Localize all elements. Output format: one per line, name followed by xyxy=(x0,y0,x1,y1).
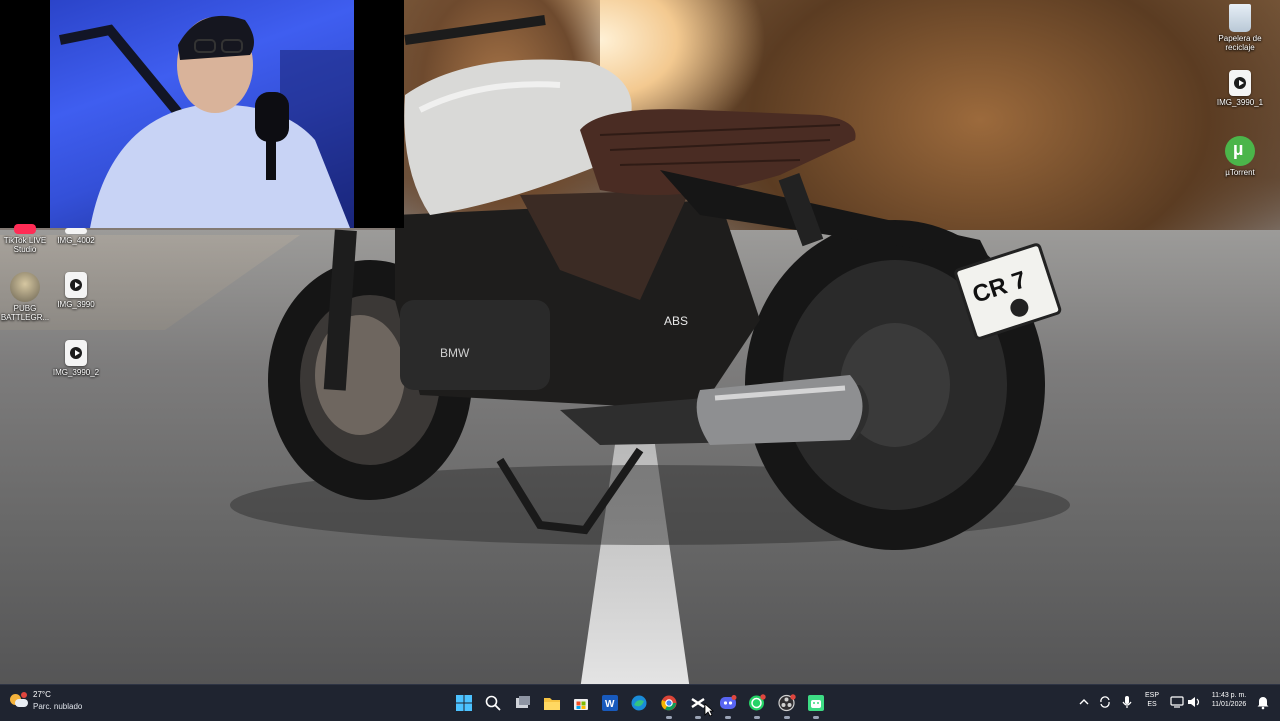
weather-description: Parc. nublado xyxy=(33,702,83,711)
microphone-icon[interactable] xyxy=(1121,695,1133,709)
language-code: ESP xyxy=(1144,692,1159,699)
webcam-overlay xyxy=(0,0,404,228)
keyboard-layout-code: ES xyxy=(1147,701,1157,708)
desktop-icon-label: IMG_4002 xyxy=(57,236,95,245)
sync-icon[interactable] xyxy=(1098,695,1112,709)
desktop-icon-recycle-bin[interactable]: Papelera de reciclaje xyxy=(1213,4,1267,52)
notification-bell-icon[interactable] xyxy=(1256,694,1270,710)
edge-icon xyxy=(631,695,647,711)
search-button[interactable] xyxy=(481,691,505,715)
whatsapp-icon xyxy=(749,694,766,711)
word-icon: W xyxy=(602,695,618,711)
volume-icon[interactable] xyxy=(1187,695,1201,709)
desktop-icon-label: IMG_3990_2 xyxy=(52,368,100,377)
desktop-icon-label: Papelera de reciclaje xyxy=(1218,34,1262,52)
chrome-button[interactable] xyxy=(657,691,681,719)
mouse-cursor-icon xyxy=(704,703,714,717)
discord-button[interactable] xyxy=(716,691,740,719)
task-view-button[interactable] xyxy=(511,691,535,715)
discord-icon xyxy=(720,695,737,709)
tray-overflow-chevron-icon[interactable] xyxy=(1078,695,1090,709)
obs-icon xyxy=(778,694,796,712)
video-file-icon xyxy=(65,272,87,298)
desktop-icon-label: IMG_3990_1 xyxy=(1216,98,1264,107)
taskbar: 27°C Parc. nublado W ESP ES 11:43 p. m. … xyxy=(0,684,1280,721)
weather-temperature: 27°C xyxy=(33,690,51,699)
chrome-icon xyxy=(661,695,677,711)
abs-badge-text: ABS xyxy=(664,314,688,328)
video-file-icon xyxy=(65,228,87,234)
file-explorer-button[interactable] xyxy=(540,691,564,715)
webcam-feed xyxy=(50,0,354,228)
video-file-icon xyxy=(1229,70,1251,96)
desktop-icon-label: IMG_3990 xyxy=(57,300,95,309)
desktop-icon-label: µTorrent xyxy=(1225,168,1255,177)
whatsapp-button[interactable] xyxy=(745,691,769,719)
clock-time: 11:43 p. m. xyxy=(1211,692,1247,699)
pubg-icon xyxy=(10,272,40,302)
recycle-bin-icon xyxy=(1229,4,1251,32)
desktop-icon-utorrent[interactable]: µ µTorrent xyxy=(1213,136,1267,177)
folder-icon xyxy=(544,698,560,710)
engine-brand-text: BMW xyxy=(440,346,470,360)
tiktok-live-studio-icon xyxy=(14,224,36,234)
desktop-icon-pubg[interactable]: PUBG BATTLEGR... xyxy=(0,272,52,322)
start-button[interactable] xyxy=(452,691,476,715)
edge-button[interactable] xyxy=(627,691,651,715)
utorrent-icon: µ xyxy=(1225,136,1255,166)
task-view-icon xyxy=(516,696,530,708)
desktop-icon-tiktok-live-studio[interactable]: TikTok LIVE Studio xyxy=(0,224,52,254)
svg-text:W: W xyxy=(605,699,615,710)
clock[interactable]: 11:43 p. m. 11/01/2026 xyxy=(1204,691,1254,709)
desktop-icon-img-3990-1[interactable]: IMG_3990_1 xyxy=(1213,70,1267,107)
desktop-icon-img-3990[interactable]: IMG_3990 xyxy=(49,272,103,309)
weather-cloudy-icon xyxy=(10,692,28,708)
network-icon[interactable] xyxy=(1170,695,1184,709)
word-button[interactable]: W xyxy=(598,691,622,715)
streamer-silhouette xyxy=(59,15,354,228)
desktop-icon-img-4002[interactable]: IMG_4002 xyxy=(49,228,103,245)
desktop-icon-label: TikTok LIVE Studio xyxy=(3,236,47,254)
microsoft-store-button[interactable] xyxy=(569,691,593,715)
obs-button[interactable] xyxy=(775,691,799,719)
android-app-button[interactable] xyxy=(804,691,828,719)
video-file-icon xyxy=(65,340,87,366)
clock-date: 11/01/2026 xyxy=(1211,701,1247,708)
language-indicator[interactable]: ESP ES xyxy=(1140,691,1164,709)
desktop-icon-img-3990-2[interactable]: IMG_3990_2 xyxy=(49,340,103,377)
search-icon xyxy=(485,695,501,711)
store-icon xyxy=(574,699,588,710)
desktop-icon-label: PUBG BATTLEGR... xyxy=(0,304,50,322)
android-icon xyxy=(808,695,824,711)
windows-start-icon xyxy=(456,695,472,711)
